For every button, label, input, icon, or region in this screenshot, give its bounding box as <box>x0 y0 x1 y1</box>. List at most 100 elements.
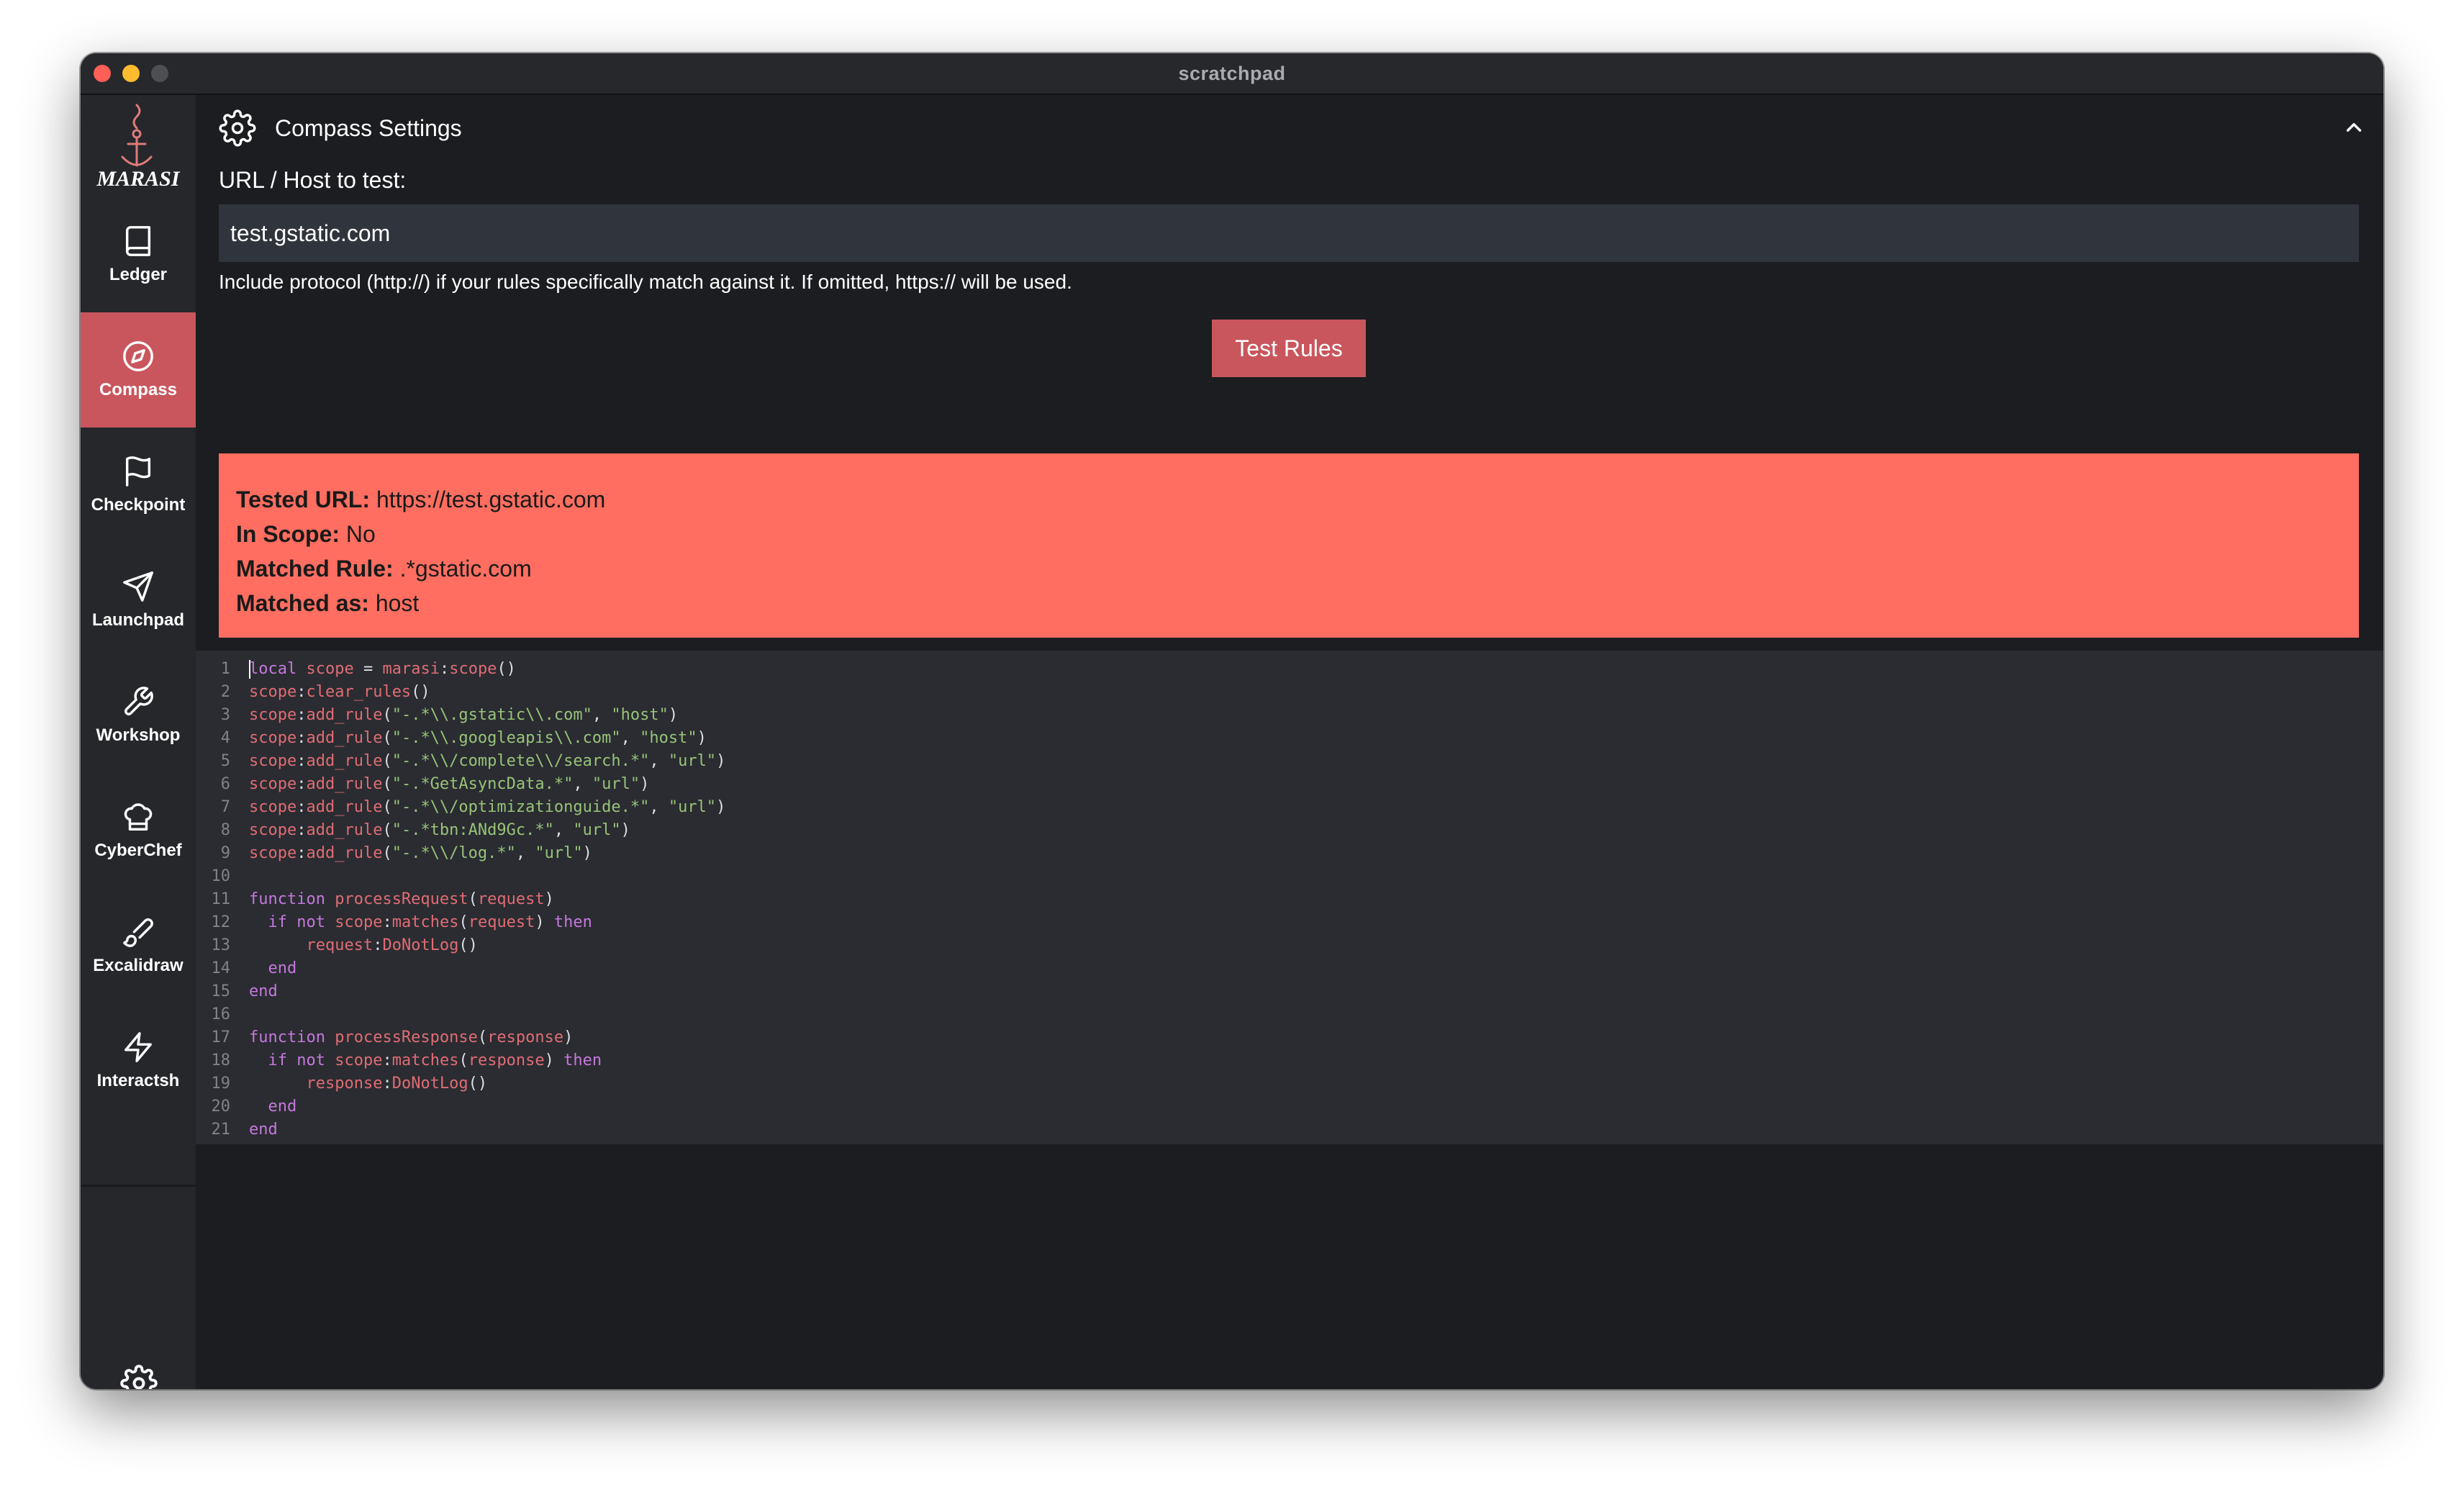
code-text: scope:add_rule("-.*\\.googleapis\\.com",… <box>249 727 707 750</box>
line-number: 10 <box>211 867 231 885</box>
result-label: Matched as: <box>236 590 369 616</box>
brush-icon <box>123 918 153 947</box>
code-token: : <box>296 729 307 747</box>
code-token: "-.*GetAsyncData.*" <box>391 775 574 793</box>
line-number: 3 <box>220 706 230 724</box>
code-token: scope <box>249 729 297 747</box>
code-token: function <box>249 1028 325 1046</box>
code-token: ( <box>382 798 392 816</box>
code-token: scope <box>249 775 297 793</box>
code-token: scope <box>249 821 297 839</box>
panel-header[interactable]: Compass Settings <box>219 107 462 150</box>
code-token: "-.*\\.googleapis\\.com" <box>391 729 621 747</box>
url-hint-text: Include protocol (http://) if your rules… <box>219 271 1072 293</box>
sidebar-divider <box>81 1185 196 1187</box>
code-token: () <box>411 683 430 701</box>
sidebar-item-cyberchef[interactable]: CyberChef <box>81 773 196 888</box>
code-token: () <box>458 936 478 954</box>
result-matched-as: Matched as: host <box>236 586 2359 620</box>
sidebar-item-launchpad[interactable]: Launchpad <box>81 543 196 658</box>
code-token: matches <box>391 1051 459 1069</box>
line-number: 2 <box>220 683 230 701</box>
url-host-input[interactable] <box>219 204 2359 262</box>
line-number: 19 <box>211 1075 231 1093</box>
code-token: : <box>296 821 307 839</box>
code-text: end <box>249 957 297 980</box>
code-token: "host" <box>640 729 697 747</box>
minimize-window-button[interactable] <box>122 65 140 82</box>
book-icon <box>125 226 151 256</box>
code-token: add_rule <box>306 821 383 839</box>
code-editor[interactable]: 1 local scope = marasi:scope() 2 scope:clea… <box>196 651 2383 1144</box>
code-text: local scope = marasi:scope() <box>249 658 516 681</box>
code-token: scope <box>335 913 383 931</box>
code-token: request <box>477 890 545 908</box>
code-token: marasi <box>382 660 440 678</box>
code-token: request <box>468 913 535 931</box>
line-number: 15 <box>211 982 231 1000</box>
code-token: DoNotLog <box>391 1075 468 1093</box>
code-text: scope:add_rule("-.*\\.gstatic\\.com", "h… <box>249 704 678 727</box>
code-token: : <box>296 683 307 701</box>
code-token: ) <box>563 1028 574 1046</box>
sidebar-item-ledger[interactable]: Ledger <box>81 197 196 312</box>
code-token: not <box>296 1051 325 1069</box>
code-token: request <box>306 936 373 954</box>
result-tested-url: Tested URL: https://test.gstatic.com <box>236 482 2359 517</box>
sidebar: MARASI Ledger Compass Checkpoint Launchp… <box>81 95 196 1389</box>
code-token: response <box>306 1075 383 1093</box>
code-token: not <box>296 913 325 931</box>
marasi-logo[interactable]: MARASI <box>95 101 181 194</box>
code-token: ( <box>468 890 478 908</box>
test-rules-button[interactable]: Test Rules <box>1212 320 1366 377</box>
code-token: scope <box>249 683 297 701</box>
sidebar-item-interactsh[interactable]: Interactsh <box>81 1003 196 1118</box>
result-in-scope: In Scope: No <box>236 517 2359 551</box>
code-token: ( <box>382 775 392 793</box>
code-token: scope <box>249 844 297 862</box>
sidebar-item-label: Ledger <box>109 265 167 284</box>
code-token: : <box>382 1051 392 1069</box>
sidebar-item-label: Launchpad <box>91 610 184 630</box>
code-token: () <box>468 1075 488 1093</box>
line-number: 7 <box>220 798 230 816</box>
code-token: DoNotLog <box>382 936 459 954</box>
gear-icon[interactable] <box>120 1365 158 1389</box>
result-value: https://test.gstatic.com <box>376 487 606 512</box>
code-token: "host" <box>611 706 669 724</box>
result-matched-rule: Matched Rule: .*gstatic.com <box>236 551 2359 586</box>
line-number: 14 <box>211 959 231 977</box>
line-number: 1 <box>220 660 230 678</box>
code-token: clear_rules <box>306 683 412 701</box>
code-token: : <box>382 1075 392 1093</box>
code-token: ( <box>458 1051 468 1069</box>
sidebar-item-excalidraw[interactable]: Excalidraw <box>81 888 196 1003</box>
chevron-up-icon[interactable] <box>2342 115 2366 140</box>
result-label: Tested URL: <box>236 487 371 512</box>
line-number: 18 <box>211 1051 231 1069</box>
code-token: function <box>249 890 325 908</box>
sidebar-item-workshop[interactable]: Workshop <box>81 658 196 773</box>
code-token: response <box>487 1028 564 1046</box>
code-token: : <box>373 936 383 954</box>
maximize-window-button[interactable] <box>151 65 168 82</box>
close-window-button[interactable] <box>94 65 111 82</box>
title-bar: scratchpad <box>81 53 2383 95</box>
sidebar-item-checkpoint[interactable]: Checkpoint <box>81 428 196 543</box>
code-token: , <box>649 752 669 770</box>
code-token: "-.*\\.gstatic\\.com" <box>391 706 592 724</box>
chef-hat-icon <box>124 803 153 831</box>
sidebar-item-compass[interactable]: Compass <box>81 312 196 428</box>
line-number: 11 <box>211 890 231 908</box>
result-value: host <box>375 590 420 616</box>
result-label: Matched Rule: <box>236 556 394 582</box>
code-token: then <box>553 913 592 931</box>
result-label: In Scope: <box>236 521 340 547</box>
code-token: scope <box>306 660 354 678</box>
